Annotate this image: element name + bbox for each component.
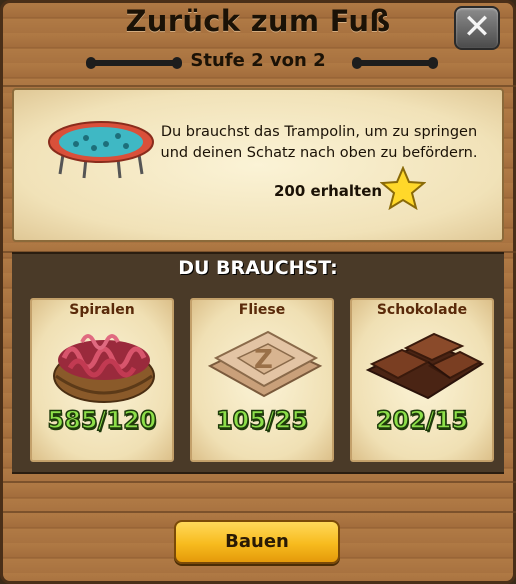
trampoline-icon bbox=[48, 121, 154, 179]
plank-divider bbox=[3, 511, 516, 513]
spiral-basket-icon bbox=[53, 334, 155, 403]
requirement-card-fliese: Fliese Z 105/25 bbox=[190, 298, 334, 462]
plank-divider bbox=[3, 481, 516, 483]
requirement-count: 202/15 bbox=[375, 405, 469, 435]
requirements-title: DU BRAUCHST: bbox=[178, 257, 338, 279]
requirement-name: Schokolade bbox=[376, 302, 468, 318]
close-button[interactable]: ✕ bbox=[454, 6, 500, 50]
requirement-name: Spiralen bbox=[69, 302, 135, 318]
star-icon bbox=[380, 166, 426, 210]
requirement-count: 105/25 bbox=[215, 405, 309, 435]
stage-label: Stufe 2 von 2 bbox=[190, 50, 326, 71]
reward-label: 200 erhalten bbox=[274, 182, 383, 200]
requirement-count: 585/120 bbox=[47, 405, 157, 435]
requirements-panel: DU BRAUCHST: Spiralen 585/120 Fliese Z 1… bbox=[12, 252, 504, 474]
close-icon[interactable]: ✕ bbox=[463, 7, 492, 47]
info-panel: Du brauchst das Trampolin, um zu springe… bbox=[12, 88, 504, 242]
requirement-card-spiralen: Spiralen 585/120 bbox=[30, 298, 174, 462]
tile-icon: Z bbox=[207, 330, 323, 398]
plank-divider bbox=[3, 85, 516, 87]
chocolate-icon bbox=[365, 332, 485, 400]
requirement-card-schokolade: Schokolade 202/15 bbox=[350, 298, 494, 462]
requirement-name: Fliese bbox=[238, 302, 286, 318]
stage-row: Stufe 2 von 2 bbox=[0, 48, 516, 78]
svg-text:Z: Z bbox=[254, 345, 273, 375]
dialog-title: Zurück zum Fuß bbox=[125, 4, 391, 38]
build-button[interactable]: Bauen bbox=[174, 520, 340, 564]
bone-ornament-right bbox=[352, 57, 438, 69]
description-text: Du brauchst das Trampolin, um zu springe… bbox=[160, 124, 478, 161]
